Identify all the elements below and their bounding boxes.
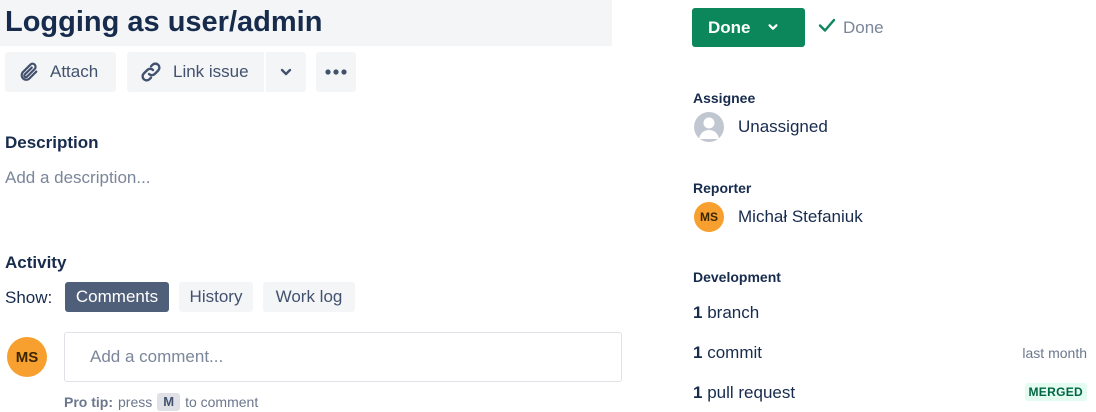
link-issue-label: Link issue: [173, 62, 249, 81]
pro-tip-label: Pro tip:: [64, 394, 113, 410]
link-issue-dropdown-button[interactable]: [266, 52, 306, 92]
development-commit-link[interactable]: 1 commit: [693, 343, 762, 363]
reporter-field[interactable]: MS Michał Stefaniuk: [694, 202, 863, 232]
more-actions-button[interactable]: [316, 52, 356, 92]
checkmark-icon: [818, 17, 836, 38]
status-button[interactable]: Done: [692, 8, 805, 47]
pull-request-count: 1: [693, 383, 703, 402]
description-field[interactable]: Add a description...: [5, 168, 151, 188]
issue-title[interactable]: Logging as user/admin: [5, 3, 322, 41]
commit-label: commit: [707, 343, 762, 362]
paperclip-icon: [18, 61, 40, 83]
unassigned-avatar-icon: [694, 112, 724, 142]
activity-heading: Activity: [5, 253, 67, 272]
comment-input[interactable]: Add a comment...: [64, 332, 622, 382]
pro-tip-text-post: to comment: [185, 394, 259, 410]
chevron-down-icon: [767, 18, 779, 38]
link-issue-button[interactable]: Link issue: [127, 52, 264, 92]
show-label: Show:: [5, 288, 53, 307]
reporter-label: Reporter: [693, 180, 752, 196]
commit-count: 1: [693, 343, 703, 362]
development-branch-link[interactable]: 1 branch: [693, 303, 759, 323]
more-icon: [324, 68, 348, 76]
comment-placeholder: Add a comment...: [90, 347, 224, 366]
link-icon: [139, 60, 163, 84]
branch-label: branch: [707, 303, 760, 322]
avatar: MS: [7, 337, 47, 377]
attach-label: Attach: [50, 62, 99, 81]
branch-count: 1: [693, 303, 703, 322]
status-badge: MERGED: [1024, 383, 1087, 401]
tab-comments[interactable]: Comments: [65, 282, 169, 312]
pro-tip-text-pre: press: [118, 394, 153, 410]
pro-tip: Pro tip: press M to comment: [64, 393, 258, 411]
tab-work-log[interactable]: Work log: [263, 282, 355, 312]
assignee-label: Assignee: [693, 90, 756, 106]
pull-request-label: pull request: [707, 383, 796, 402]
keyboard-shortcut-key: M: [157, 393, 181, 411]
assignee-value: Unassigned: [738, 117, 828, 136]
assignee-field[interactable]: Unassigned: [694, 112, 828, 142]
commit-timestamp: last month: [1022, 345, 1087, 361]
description-heading: Description: [5, 133, 99, 152]
development-pull-request-link[interactable]: 1 pull request: [693, 383, 795, 403]
resolution-status: Done: [818, 17, 884, 38]
reporter-value: Michał Stefaniuk: [738, 207, 863, 226]
avatar: MS: [694, 202, 724, 232]
resolution-label: Done: [843, 17, 884, 37]
development-label: Development: [693, 269, 781, 285]
tab-history[interactable]: History: [179, 282, 253, 312]
attach-button[interactable]: Attach: [5, 52, 116, 92]
chevron-down-icon: [279, 65, 293, 79]
status-label: Done: [708, 17, 751, 37]
